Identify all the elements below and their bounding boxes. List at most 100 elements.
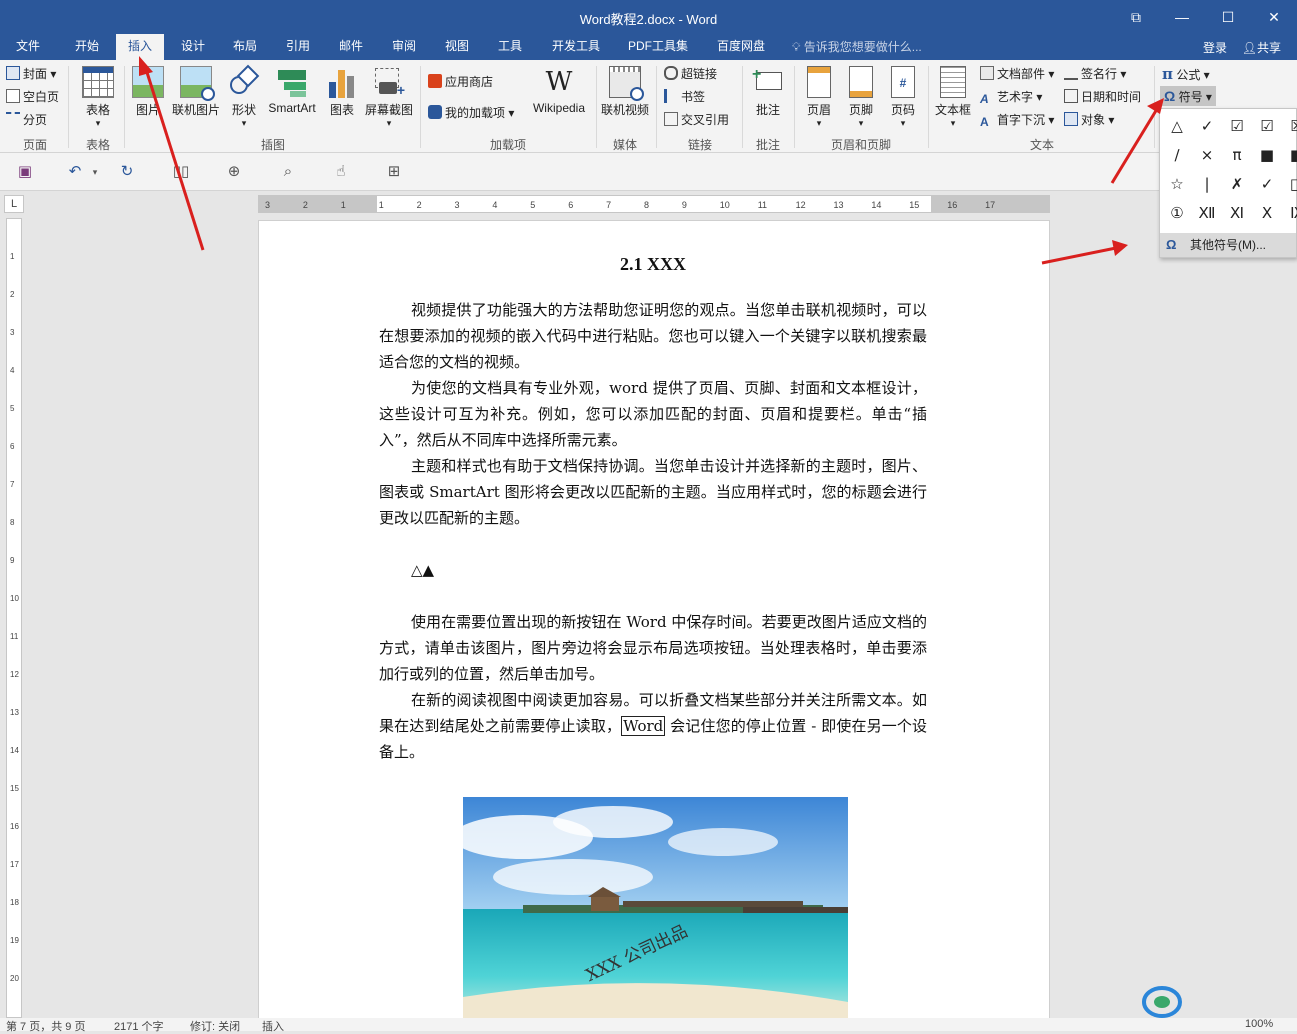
print-preview-icon[interactable]: ⌕ — [279, 163, 297, 181]
hyperlink-button[interactable]: 超链接 — [664, 64, 717, 84]
header-button[interactable]: 页眉 ▾ — [800, 66, 838, 129]
horizontal-ruler[interactable]: 3 2 1 1 2 3 4 5 6 7 8 9 10 11 12 13 14 15 16 17 — [258, 195, 1050, 213]
symbol-cell[interactable]: ■ — [1284, 142, 1297, 168]
symbol-cell[interactable]: | — [1194, 171, 1220, 197]
tab-view[interactable]: 视图 — [434, 34, 480, 60]
comment-button[interactable]: + 批注 — [748, 66, 788, 118]
store-button[interactable]: 应用商店 — [428, 72, 493, 92]
object-button[interactable]: 对象 ▾ — [1064, 110, 1114, 130]
date-time-button[interactable]: 日期和时间 — [1064, 87, 1141, 107]
vertical-ruler[interactable]: 1 2 3 4 5 6 7 8 9 10 11 12 13 14 15 16 17 18 19 20 — [6, 218, 22, 1018]
undo-icon[interactable]: ↶ — [66, 163, 84, 181]
document-body[interactable]: 2.1 XXX 视频提供了功能强大的方法帮助您证明您的观点。当您单击联机视频时，… — [379, 251, 927, 765]
smartart-button[interactable]: SmartArt — [264, 66, 320, 115]
wikipedia-button[interactable]: W Wikipedia — [528, 66, 590, 115]
tab-file[interactable]: 文件 — [4, 34, 52, 60]
text-box-button[interactable]: 文本框 ▾ — [932, 66, 974, 129]
ruler-tick-label: 1 — [379, 200, 384, 210]
separator — [68, 66, 69, 148]
document-page[interactable]: 2.1 XXX 视频提供了功能强大的方法帮助您证明您的观点。当您单击联机视频时，… — [258, 220, 1050, 1021]
picture-button[interactable]: 图片 — [130, 66, 166, 118]
symbol-cell[interactable]: □ — [1284, 171, 1297, 197]
signature-line-button[interactable]: 签名行 ▾ — [1064, 64, 1126, 84]
read-mode-icon[interactable]: ▯▯ — [172, 163, 190, 181]
symbol-cell[interactable]: Ⅹ — [1254, 200, 1280, 226]
redo-icon[interactable]: ↻ — [118, 163, 136, 181]
tab-selector[interactable]: L — [4, 195, 24, 213]
tab-insert[interactable]: 插入 — [116, 34, 164, 60]
more-symbols-item[interactable]: Ω 其他符号(M)... — [1160, 233, 1296, 257]
insert-mode-status[interactable]: 插入 — [262, 1018, 284, 1034]
table-button[interactable]: 表格 ▾ — [78, 66, 118, 129]
tab-layout[interactable]: 布局 — [222, 34, 268, 60]
tab-mailings[interactable]: 邮件 — [328, 34, 374, 60]
symbol-cell[interactable]: π — [1224, 142, 1250, 168]
track-changes-status[interactable]: 修订: 关闭 — [190, 1018, 240, 1034]
window-title: Word教程2.docx - Word — [579, 12, 718, 27]
ruler-tick-label: 10 — [720, 200, 730, 210]
symbol-cell[interactable]: △ — [1164, 113, 1190, 139]
tab-developer[interactable]: 开发工具 — [542, 34, 610, 60]
online-pictures-button[interactable]: 联机图片 — [170, 66, 222, 118]
equation-button[interactable]: π 公式 ▾ — [1162, 64, 1210, 84]
tab-baidu-netdisk[interactable]: 百度网盘 — [706, 34, 776, 60]
share-button[interactable]: 👤︎共享 — [1242, 39, 1281, 56]
symbol-cell[interactable]: ☆ — [1164, 171, 1190, 197]
object-icon — [1064, 112, 1078, 126]
symbol-cell[interactable]: ✓ — [1254, 171, 1280, 197]
cross-reference-button[interactable]: 交叉引用 — [664, 110, 729, 130]
tell-me-box[interactable]: 💡︎ 告诉我您想要做什么... — [792, 38, 922, 55]
my-addins-button[interactable]: 我的加载项 ▾ — [428, 103, 514, 123]
symbol-cell[interactable]: Ⅸ — [1284, 200, 1297, 226]
symbol-cell[interactable]: ☑ — [1224, 113, 1250, 139]
page-count[interactable]: 第 7 页，共 9 页 — [6, 1018, 85, 1034]
tab-references[interactable]: 引用 — [275, 34, 321, 60]
tab-home[interactable]: 开始 — [62, 34, 112, 60]
customize-icon[interactable]: ⊞ — [385, 163, 403, 181]
symbol-cell[interactable]: ■ — [1254, 142, 1280, 168]
save-icon[interactable]: ▣ — [16, 163, 34, 181]
symbol-cell[interactable]: ☑ — [1254, 113, 1280, 139]
tab-review[interactable]: 审阅 — [381, 34, 427, 60]
online-video-button[interactable]: 联机视频 — [600, 66, 650, 118]
symbol-cell[interactable]: Ⅻ — [1194, 200, 1220, 226]
symbol-cell[interactable]: Ⅺ — [1224, 200, 1250, 226]
symbol-cell[interactable]: ✓ — [1194, 113, 1220, 139]
tab-pdf-tools[interactable]: PDF工具集 — [620, 34, 696, 60]
symbol-cell[interactable]: ∕ — [1164, 142, 1190, 168]
smartart-icon — [276, 66, 308, 98]
symbol-cell[interactable]: ☒ — [1284, 113, 1297, 139]
word-count[interactable]: 2171 个字 — [114, 1018, 164, 1034]
page-number-button[interactable]: # 页码 ▾ — [884, 66, 922, 129]
online-picture-icon — [180, 66, 215, 101]
sign-in-link[interactable]: 登录 — [1203, 39, 1227, 56]
tab-tools[interactable]: 工具 — [487, 34, 533, 60]
ruler-tick-label: 10 — [10, 594, 19, 603]
symbol-button[interactable]: Ω 符号 ▾ — [1160, 86, 1216, 106]
drop-cap-button[interactable]: A 首字下沉 ▾ — [980, 110, 1054, 130]
ribbon-display-options-icon[interactable]: ⧉ — [1113, 4, 1159, 30]
chart-button[interactable]: 图表 — [324, 66, 360, 118]
maximize-button[interactable]: ☐ — [1205, 4, 1251, 30]
symbol-cell[interactable]: × — [1194, 142, 1220, 168]
close-button[interactable]: ✕ — [1251, 4, 1297, 30]
ruler-tick-label: 2 — [417, 200, 422, 210]
cover-page-button[interactable]: 封面 ▾ — [6, 64, 56, 84]
quick-parts-button[interactable]: 文档部件 ▾ — [980, 64, 1054, 84]
separator — [928, 66, 929, 148]
tab-design[interactable]: 设计 — [170, 34, 216, 60]
screenshot-button[interactable]: + 屏幕截图 ▾ — [362, 66, 416, 129]
bookmark-button[interactable]: 书签 — [664, 87, 705, 107]
web-layout-icon[interactable]: ⊕ — [225, 163, 243, 181]
footer-button[interactable]: 页脚 ▾ — [842, 66, 880, 129]
symbol-cell[interactable]: ✗ — [1224, 171, 1250, 197]
shapes-button[interactable]: 形状 ▾ — [226, 64, 262, 129]
blank-page-button[interactable]: 空白页 — [6, 87, 59, 107]
undo-dropdown-icon[interactable]: ▾ — [86, 163, 104, 181]
minimize-button[interactable]: — — [1159, 4, 1205, 30]
beach-photo[interactable]: XXX 公司出品 — [463, 797, 848, 1021]
page-break-button[interactable]: 分页 — [6, 110, 47, 130]
wordart-button[interactable]: A 艺术字 ▾ — [980, 87, 1042, 107]
symbol-cell[interactable]: ① — [1164, 200, 1190, 226]
touch-mode-icon[interactable]: ☝ — [332, 163, 350, 181]
